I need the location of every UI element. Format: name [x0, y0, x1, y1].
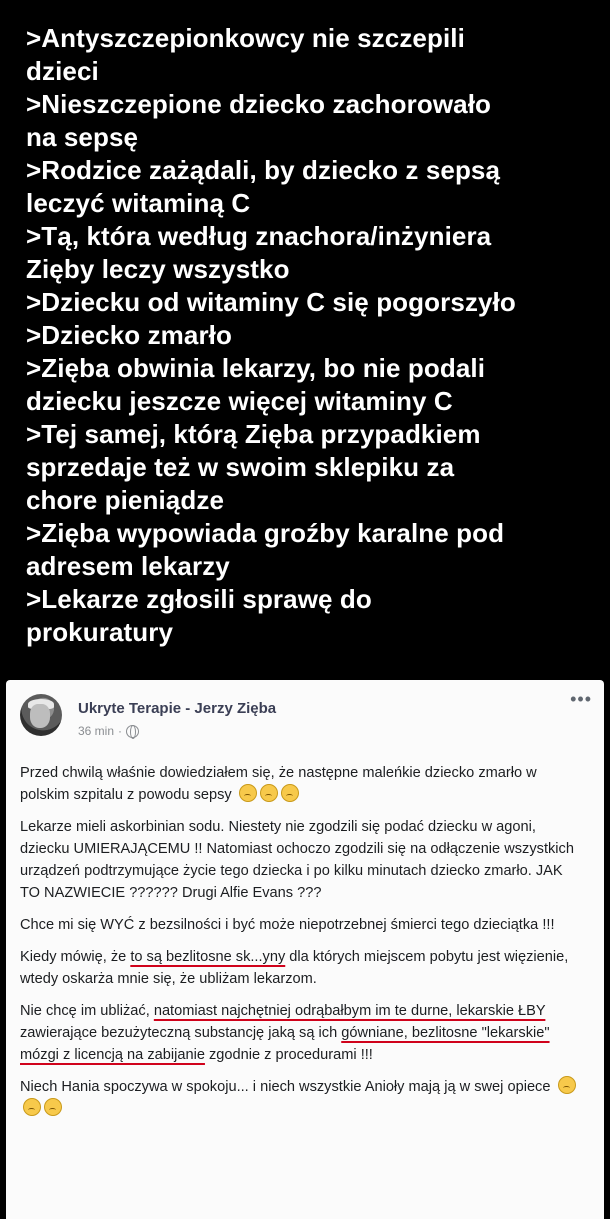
underlined-phrase: to są bezlitosne sk...yny [130, 949, 286, 965]
underlined-phrase: natomiast najchętniej odrąbałbym im te d… [153, 1003, 546, 1019]
post-paragraph: Niech Hania spoczywa w spokoju... i niec… [20, 1076, 586, 1120]
greentext-line: >Tej samej, którą Zięba przypadkiem [26, 419, 481, 449]
greentext-line: >Lekarze zgłosili sprawę do [26, 584, 372, 614]
paragraph-text: Nie chcę im ubliżać, [20, 1003, 154, 1019]
sad-emoji-icon [280, 784, 299, 802]
author-name-link[interactable]: Ukryte Terapie - Jerzy Zięba [78, 700, 276, 717]
greentext-line: leczyć witaminą C [26, 188, 251, 218]
sad-emoji-icon [44, 1098, 62, 1116]
greentext-line: adresem lekarzy [26, 551, 230, 581]
greentext-lines: >Antyszczepionkowcy nie szczepili dzieci… [26, 22, 601, 649]
greentext-line: Zięby leczy wszystko [26, 254, 290, 284]
post-paragraph: Lekarze mieli askorbinian sodu. Niestety… [20, 816, 586, 904]
post-meta: 36 min · [78, 724, 140, 739]
greentext-line: >Dziecku od witaminy C się pogorszyło [26, 287, 516, 317]
sad-emoji-icon [238, 784, 257, 802]
greentext-line: >Dziecko zmarło [26, 320, 232, 350]
paragraph-text: Lekarze mieli askorbinian sodu. Niestety… [20, 819, 574, 901]
post-paragraph: Kiedy mówię, że to są bezlitosne sk...yn… [20, 946, 586, 990]
globe-icon [126, 724, 140, 739]
greentext-line: >Zięba obwinia lekarzy, bo nie podali [26, 353, 486, 383]
greentext-line: dzieci [26, 56, 99, 86]
sad-emoji-icon [557, 1076, 576, 1094]
author-avatar[interactable] [20, 694, 62, 736]
greentext-line: >Antyszczepionkowcy nie szczepili [26, 23, 465, 53]
greentext-panel: >Antyszczepionkowcy nie szczepili dzieci… [0, 0, 610, 676]
paragraph-text: Kiedy mówię, że [20, 949, 131, 965]
greentext-line: chore pieniądze [26, 485, 224, 515]
facebook-post: Ukryte Terapie - Jerzy Zięba 36 min · ••… [6, 680, 604, 1219]
paragraph-text: Niech Hania spoczywa w spokoju... i niec… [20, 1079, 551, 1095]
post-paragraph: Chce mi się WYĆ z bezsilności i być może… [20, 914, 586, 936]
greentext-line: >Tą, która według znachora/inżyniera [26, 221, 492, 251]
greentext-line: >Nieszczepione dziecko zachorowało [26, 89, 492, 119]
greentext-line: sprzedaje też w swoim sklepiku za [26, 452, 455, 482]
more-options-icon[interactable]: ••• [570, 690, 592, 708]
post-timestamp[interactable]: 36 min [78, 724, 114, 738]
post-paragraph: Przed chwilą właśnie dowiedziałem się, ż… [20, 762, 586, 806]
greentext-line: dziecku jeszcze więcej witaminy C [26, 386, 453, 416]
avatar-face [30, 704, 50, 728]
paragraph-text: zgodnie z procedurami !!! [204, 1047, 373, 1063]
paragraph-text: Przed chwilą właśnie dowiedziałem się, ż… [20, 765, 537, 803]
post-paragraph: Nie chcę im ubliżać, natomiast najchętni… [20, 1000, 586, 1066]
paragraph-text: zawierające bezużyteczną substancję jaką… [20, 1025, 342, 1041]
greentext-line: >Zięba wypowiada groźby karalne pod [26, 518, 505, 548]
sad-emoji-icon [23, 1098, 41, 1116]
greentext-line: prokuratury [26, 617, 174, 647]
greentext-line: na sepsę [26, 122, 139, 152]
paragraph-text: Chce mi się WYĆ z bezsilności i być może… [20, 917, 555, 933]
greentext-line: >Rodzice zażądali, by dziecko z sepsą [26, 155, 501, 185]
meta-separator: · [118, 724, 123, 738]
post-body: Przed chwilą właśnie dowiedziałem się, ż… [20, 762, 586, 1130]
sad-emoji-icon [259, 784, 278, 802]
